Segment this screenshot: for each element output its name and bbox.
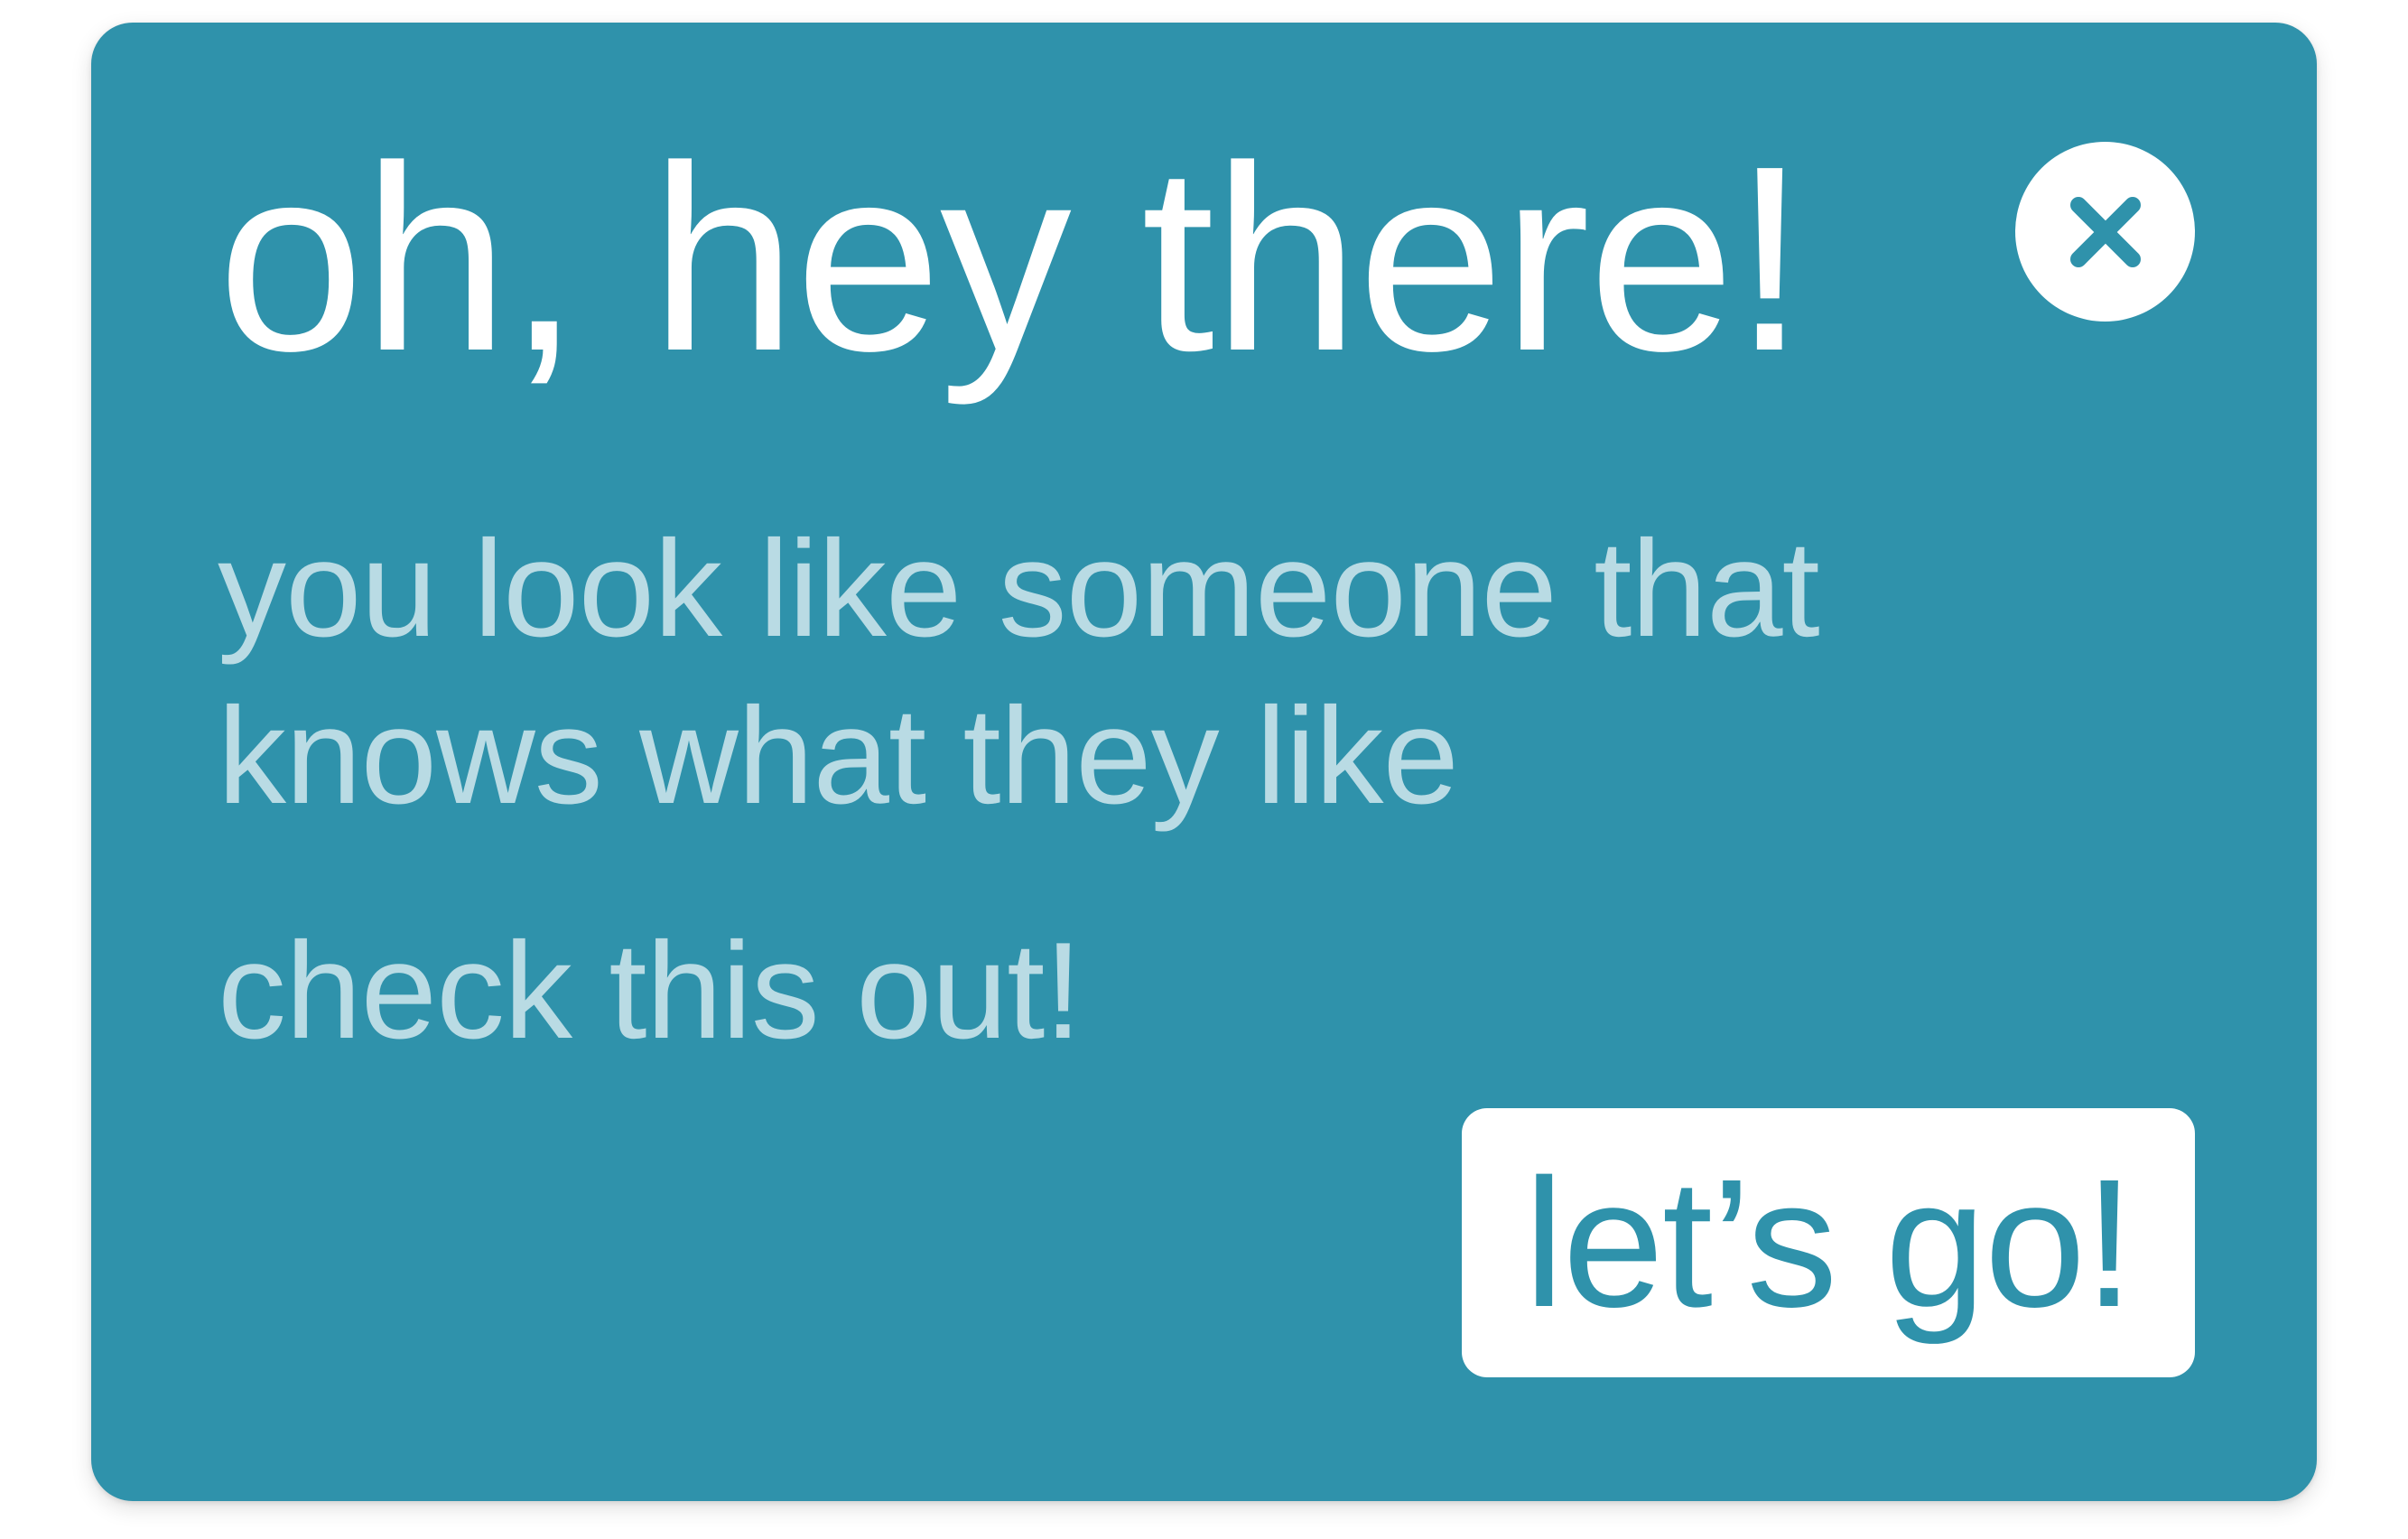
- close-button[interactable]: [2015, 142, 2195, 322]
- page: oh, hey there! you look like someone tha…: [0, 0, 2408, 1539]
- message-line-3: check this out!: [218, 914, 1083, 1068]
- lets-go-button[interactable]: let’s go!: [1462, 1108, 2195, 1377]
- message-line-2: knows what they like: [218, 679, 1459, 833]
- popup-card: oh, hey there! you look like someone tha…: [91, 23, 2317, 1501]
- popup-title: oh, hey there!: [218, 111, 1807, 406]
- message-line-1: you look like someone that: [218, 512, 1820, 666]
- close-icon: [2069, 196, 2141, 267]
